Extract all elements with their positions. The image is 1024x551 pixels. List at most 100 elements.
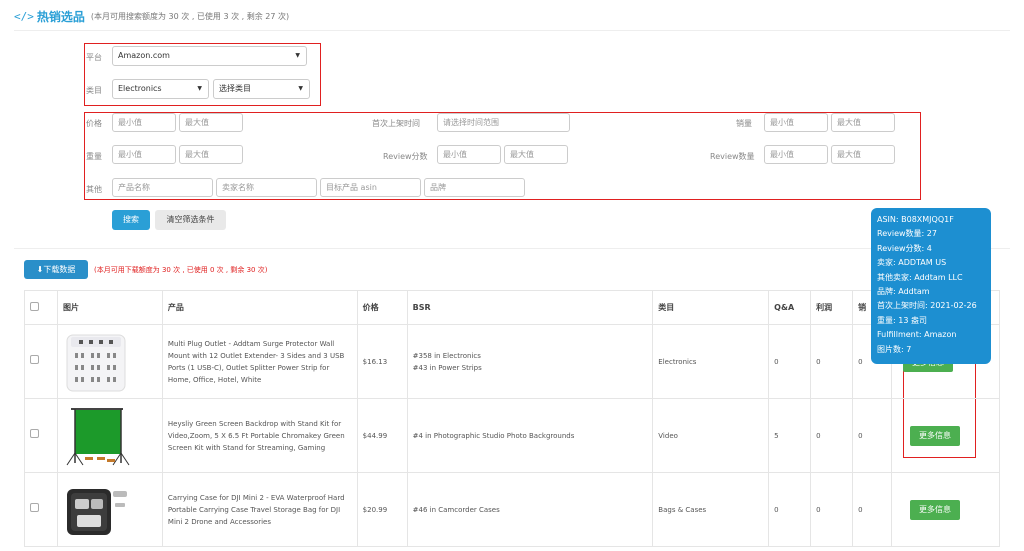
divider — [14, 30, 1010, 31]
tooltip-asin: ASIN: B08XMJQQ1F — [877, 215, 954, 224]
category-select[interactable]: Electronics ▼ — [112, 79, 209, 99]
sales-max-input[interactable]: 最大值 — [831, 113, 895, 132]
search-quota-note: (本月可用搜索额度为 30 次 , 已使用 3 次 , 剩余 27 次) — [90, 11, 290, 21]
product-image-carrying-case[interactable] — [63, 477, 131, 543]
actions-cell: 更多信息 — [891, 472, 1000, 547]
tooltip-brand: 品牌: Addtam — [877, 287, 930, 297]
category-value: Electronics — [118, 84, 162, 93]
clear-filters-button[interactable]: 清空筛选条件 — [155, 210, 226, 230]
bsr-line: #43 in Power Strips — [412, 363, 482, 372]
product-qa: 0 — [768, 324, 812, 399]
tooltip-first-listed: 首次上架时间: 2021-02-26 — [877, 301, 977, 311]
seller-name-input[interactable]: 卖家名称 — [216, 178, 317, 197]
row-select-cell — [24, 324, 58, 399]
first-listed-label: 首次上架时间 — [372, 119, 420, 128]
price-min-input[interactable]: 最小值 — [112, 113, 176, 132]
product-qa: 5 — [768, 398, 812, 473]
product-image-cell — [56, 472, 163, 547]
divider — [14, 248, 1010, 249]
product-image-cell — [56, 324, 163, 399]
actions-cell: 更多信息 — [891, 398, 1000, 473]
product-profit: 0 — [810, 472, 854, 547]
more-info-button[interactable]: 更多信息 — [910, 499, 961, 520]
select-all-cell — [24, 290, 58, 325]
product-sales: 0 — [852, 398, 893, 473]
bsr-line: #4 in Photographic Studio Photo Backgrou… — [412, 431, 575, 440]
brand-input[interactable]: 品牌 — [424, 178, 525, 197]
col-header-product: 产品 — [161, 290, 358, 325]
product-price: $16.13 — [356, 324, 408, 399]
first-listed-input[interactable]: 请选择时间范围 — [437, 113, 570, 132]
product-price: $44.99 — [356, 398, 408, 473]
row-checkbox[interactable] — [30, 429, 39, 438]
review-count-max-input[interactable]: 最大值 — [831, 145, 895, 164]
product-category: Bags & Cases — [652, 472, 770, 547]
price-label: 价格 — [86, 119, 102, 128]
weight-min-input[interactable]: 最小值 — [112, 145, 176, 164]
platform-label: 平台 — [86, 53, 102, 62]
page-header: </> 热销选品 (本月可用搜索额度为 30 次 , 已使用 3 次 , 剩余 … — [14, 8, 289, 24]
download-quota-note: (本月可用下载额度为 30 次 , 已使用 0 次 , 剩余 30 次) — [94, 266, 268, 274]
row-select-cell — [24, 472, 58, 547]
product-details-tooltip: ASIN: B08XMJQQ1F Review数量: 27 Review分数: … — [871, 208, 991, 364]
tooltip-image-count: 图片数: 7 — [877, 344, 912, 354]
tooltip-review-score: Review分数: 4 — [877, 243, 932, 253]
sales-min-input[interactable]: 最小值 — [764, 113, 828, 132]
caret-down-icon: ▼ — [197, 85, 202, 92]
weight-max-input[interactable]: 最大值 — [179, 145, 243, 164]
product-bsr: #46 in Camcorder Cases — [406, 472, 654, 547]
download-button[interactable]: ⬇下载数据 — [24, 260, 88, 279]
caret-down-icon: ▼ — [298, 85, 303, 92]
caret-down-icon: ▼ — [295, 52, 300, 59]
review-score-max-input[interactable]: 最大值 — [504, 145, 568, 164]
product-image-power-strip[interactable] — [63, 329, 131, 395]
tooltip-seller: 卖家: ADDTAM US — [877, 258, 947, 268]
product-qa: 0 — [768, 472, 812, 547]
table-row: Carrying Case for DJI Mini 2 - EVA Water… — [24, 472, 1000, 547]
col-header-category: 类目 — [652, 290, 770, 325]
row-select-cell — [24, 398, 58, 473]
review-count-min-input[interactable]: 最小值 — [764, 145, 828, 164]
page-title: 热销选品 — [36, 9, 85, 24]
row-checkbox[interactable] — [30, 503, 39, 512]
review-score-label: Review分数 — [383, 152, 428, 161]
product-bsr: #358 in Electronics #43 in Power Strips — [406, 324, 654, 399]
target-asin-input[interactable]: 目标产品 asin — [320, 178, 421, 197]
price-max-input[interactable]: 最大值 — [179, 113, 243, 132]
sales-label: 销量 — [736, 119, 752, 128]
product-image-green-screen[interactable] — [63, 403, 131, 469]
col-header-profit: 利润 — [810, 290, 854, 325]
product-profit: 0 — [810, 398, 854, 473]
review-count-label: Review数量 — [710, 152, 755, 161]
other-label: 其他 — [86, 185, 102, 194]
product-price: $20.99 — [356, 472, 408, 547]
product-category: Electronics — [652, 324, 770, 399]
col-header-image: 图片 — [56, 290, 163, 325]
product-bsr: #4 in Photographic Studio Photo Backgrou… — [406, 398, 654, 473]
col-header-bsr: BSR — [406, 290, 654, 325]
col-header-price: 价格 — [356, 290, 408, 325]
platform-select[interactable]: Amazon.com ▼ — [112, 46, 307, 66]
product-profit: 0 — [810, 324, 854, 399]
product-category: Video — [652, 398, 770, 473]
subcategory-select[interactable]: 选择类目 ▼ — [213, 79, 310, 99]
review-score-min-input[interactable]: 最小值 — [437, 145, 501, 164]
product-title: Multi Plug Outlet - Addtam Surge Protect… — [161, 324, 358, 399]
bsr-line: #46 in Camcorder Cases — [412, 505, 500, 514]
col-header-qa: Q&A — [768, 290, 812, 325]
weight-label: 重量 — [86, 152, 102, 161]
search-button[interactable]: 搜索 — [112, 210, 150, 230]
row-checkbox[interactable] — [30, 355, 39, 364]
table-row: Multi Plug Outlet - Addtam Surge Protect… — [24, 324, 1000, 399]
category-label: 类目 — [86, 86, 102, 95]
download-label: 下载数据 — [43, 265, 76, 274]
product-image-cell — [56, 398, 163, 473]
product-name-input[interactable]: 产品名称 — [112, 178, 213, 197]
select-all-checkbox[interactable] — [30, 302, 39, 311]
more-info-button[interactable]: 更多信息 — [910, 425, 961, 446]
tooltip-other-seller: 其他卖家: Addtam LLC — [877, 272, 963, 282]
code-icon: </> — [14, 9, 34, 23]
product-title: Carrying Case for DJI Mini 2 - EVA Water… — [161, 472, 358, 547]
bsr-line: #358 in Electronics — [412, 351, 481, 360]
tooltip-review-count: Review数量: 27 — [877, 229, 937, 239]
